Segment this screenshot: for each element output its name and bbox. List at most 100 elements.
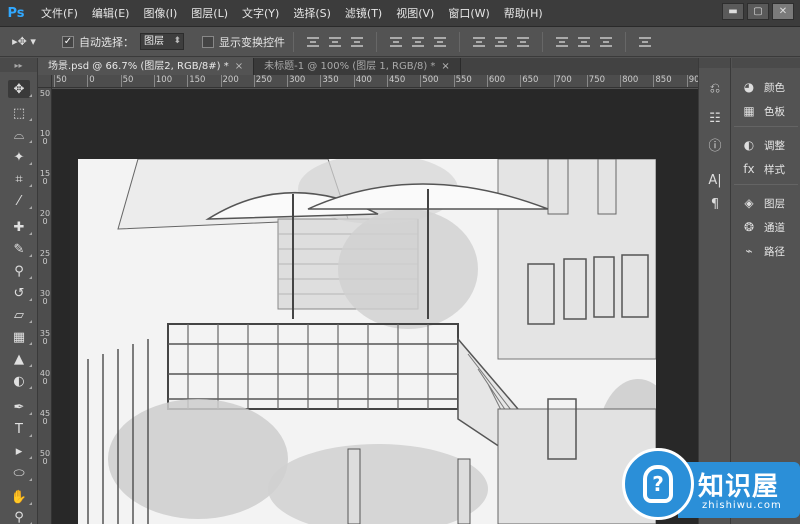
ruler-origin[interactable]	[38, 75, 52, 88]
menu-image[interactable]: 图像(I)	[136, 0, 184, 27]
minimize-icon[interactable]: ▬	[722, 3, 744, 20]
history-panel-icon[interactable]: ⎌	[705, 78, 725, 98]
magic-wand-icon[interactable]: ✦	[8, 148, 32, 166]
healing-brush-icon[interactable]: ✚	[8, 218, 32, 236]
menu-layer[interactable]: 图层(L)	[184, 0, 235, 27]
separator	[625, 31, 626, 52]
tab-scene-psd[interactable]: 场景.psd @ 66.7% (图层2, RGB/8#) * ×	[38, 58, 255, 75]
menu-edit[interactable]: 编辑(E)	[85, 0, 137, 27]
panel-layers[interactable]: ◈ 图层	[732, 192, 800, 214]
auto-select-dropdown[interactable]: 图层	[140, 33, 184, 50]
menu-help[interactable]: 帮助(H)	[497, 0, 550, 27]
panel-separator	[734, 126, 798, 127]
crop-tool-icon[interactable]: ⌗	[8, 170, 32, 188]
menu-view[interactable]: 视图(V)	[389, 0, 441, 27]
move-tool-preset-icon[interactable]: ▸✥ ▾	[6, 31, 42, 53]
brush-tool-icon[interactable]: ✎	[8, 240, 32, 258]
stamp-tool-icon[interactable]: ⚲	[8, 262, 32, 280]
eraser-icon[interactable]: ▱	[8, 306, 32, 324]
sketch-artwork	[78, 159, 656, 524]
align-left-icon[interactable]	[387, 34, 405, 50]
align-hcenter-icon[interactable]	[409, 34, 427, 50]
panel-styles[interactable]: fx 样式	[732, 158, 800, 180]
vertical-ruler[interactable]: 50 100 150 200 250 300 350 400 450 500	[38, 88, 52, 524]
layers-icon: ◈	[744, 196, 754, 210]
maximize-icon[interactable]: ▢	[747, 3, 769, 20]
panel-paths[interactable]: ⌁ 路径	[732, 240, 800, 262]
ruler-tick-label: 100	[39, 129, 51, 146]
zoom-tool-icon[interactable]: ⚲	[8, 508, 32, 524]
menu-bar: Ps 文件(F) 编辑(E) 图像(I) 图层(L) 文字(Y) 选择(S) 滤…	[0, 0, 800, 27]
panel-grip-icon[interactable]: ▸▸	[0, 58, 37, 72]
gradient-tool-icon[interactable]: ▦	[8, 328, 32, 346]
distribute-bottom-icon[interactable]	[514, 34, 532, 50]
align-top-icon[interactable]	[304, 34, 322, 50]
ruler-tick-label: 100	[153, 75, 173, 87]
hand-tool-icon[interactable]: ✋	[8, 488, 32, 506]
info-panel-icon[interactable]: ⓘ	[705, 134, 725, 154]
distribute-top-icon[interactable]	[470, 34, 488, 50]
transform-controls-checkbox[interactable]	[202, 35, 214, 48]
ruler-tick-label: 400	[39, 369, 51, 386]
blur-tool-icon[interactable]: ▲	[8, 350, 32, 368]
close-icon[interactable]: ✕	[772, 3, 794, 20]
eyedropper-icon[interactable]: ⁄	[8, 192, 32, 210]
panel-channels[interactable]: ❂ 通道	[732, 216, 800, 238]
align-right-icon[interactable]	[431, 34, 449, 50]
options-bar: ▸✥ ▾ ✓ 自动选择： 图层 显示变换控件	[0, 27, 800, 57]
close-tab-icon[interactable]: ×	[441, 61, 449, 72]
distribute-hcenter-icon[interactable]	[575, 34, 593, 50]
ellipse-tool-icon[interactable]: ⬭	[8, 464, 32, 482]
ruler-tick-label: 200	[39, 209, 51, 226]
ruler-tick-label: 350	[320, 75, 339, 87]
panel-swatches[interactable]: ▦ 色板	[732, 100, 800, 122]
panel-grip-icon[interactable]	[699, 58, 730, 68]
ruler-tick-label: 50	[39, 89, 51, 98]
history-brush-icon[interactable]: ↺	[8, 284, 32, 302]
dodge-tool-icon[interactable]: ◐	[8, 372, 32, 390]
panel-color[interactable]: ◕ 颜色	[732, 76, 800, 98]
lasso-tool-icon[interactable]: ⌓	[8, 126, 32, 144]
auto-align-icon[interactable]	[636, 34, 654, 50]
ruler-tick-label: 350	[39, 329, 51, 346]
ruler-tick-label: 0	[87, 75, 95, 87]
document-canvas[interactable]	[78, 159, 656, 524]
pen-tool-icon[interactable]: ✒	[8, 398, 32, 416]
watermark-url: zhishiwu.com	[702, 500, 782, 511]
menu-type[interactable]: 文字(Y)	[235, 0, 286, 27]
properties-panel-icon[interactable]: ☷	[705, 108, 725, 128]
type-tool-icon[interactable]: T	[8, 420, 32, 438]
menu-filter[interactable]: 滤镜(T)	[338, 0, 389, 27]
distribute-left-icon[interactable]	[553, 34, 571, 50]
panel-grip-icon[interactable]	[732, 58, 800, 68]
menu-window[interactable]: 窗口(W)	[441, 0, 496, 27]
ruler-tick-label: 800	[620, 75, 639, 87]
path-selection-icon[interactable]: ▸	[8, 442, 32, 460]
distribute-right-icon[interactable]	[597, 34, 615, 50]
ruler-tick-label: 450	[39, 409, 51, 426]
menu-file[interactable]: 文件(F)	[34, 0, 85, 27]
ruler-tick-label: 250	[39, 249, 51, 266]
horizontal-ruler[interactable]: 50 0 50 100 150 200 250 300 350 400 450 500 550 600 65…	[52, 75, 698, 88]
panel-separator	[734, 184, 798, 185]
character-panel-icon[interactable]: A|	[705, 170, 725, 190]
ruler-tick-label: 700	[553, 75, 572, 87]
auto-select-checkbox[interactable]: ✓	[62, 35, 74, 48]
window-controls: ▬ ▢ ✕	[722, 3, 794, 20]
align-vcenter-icon[interactable]	[326, 34, 344, 50]
paragraph-panel-icon[interactable]: ¶	[705, 194, 725, 214]
separator	[542, 31, 543, 52]
adjustments-icon: ◐	[743, 138, 755, 152]
menu-select[interactable]: 选择(S)	[286, 0, 338, 27]
distribute-vcenter-icon[interactable]	[492, 34, 510, 50]
panel-adjustments[interactable]: ◐ 调整	[732, 134, 800, 156]
question-icon: ?	[643, 465, 673, 503]
move-tool-icon[interactable]: ✥	[8, 80, 32, 98]
close-tab-icon[interactable]: ×	[235, 61, 243, 72]
marquee-tool-icon[interactable]: ⬚	[8, 104, 32, 122]
ruler-tick-label: 300	[287, 75, 306, 87]
canvas-area[interactable]	[52, 89, 698, 524]
swatches-icon: ▦	[743, 104, 755, 118]
align-bottom-icon[interactable]	[348, 34, 366, 50]
tab-untitled[interactable]: 未标题-1 @ 100% (图层 1, RGB/8) * ×	[254, 58, 461, 75]
